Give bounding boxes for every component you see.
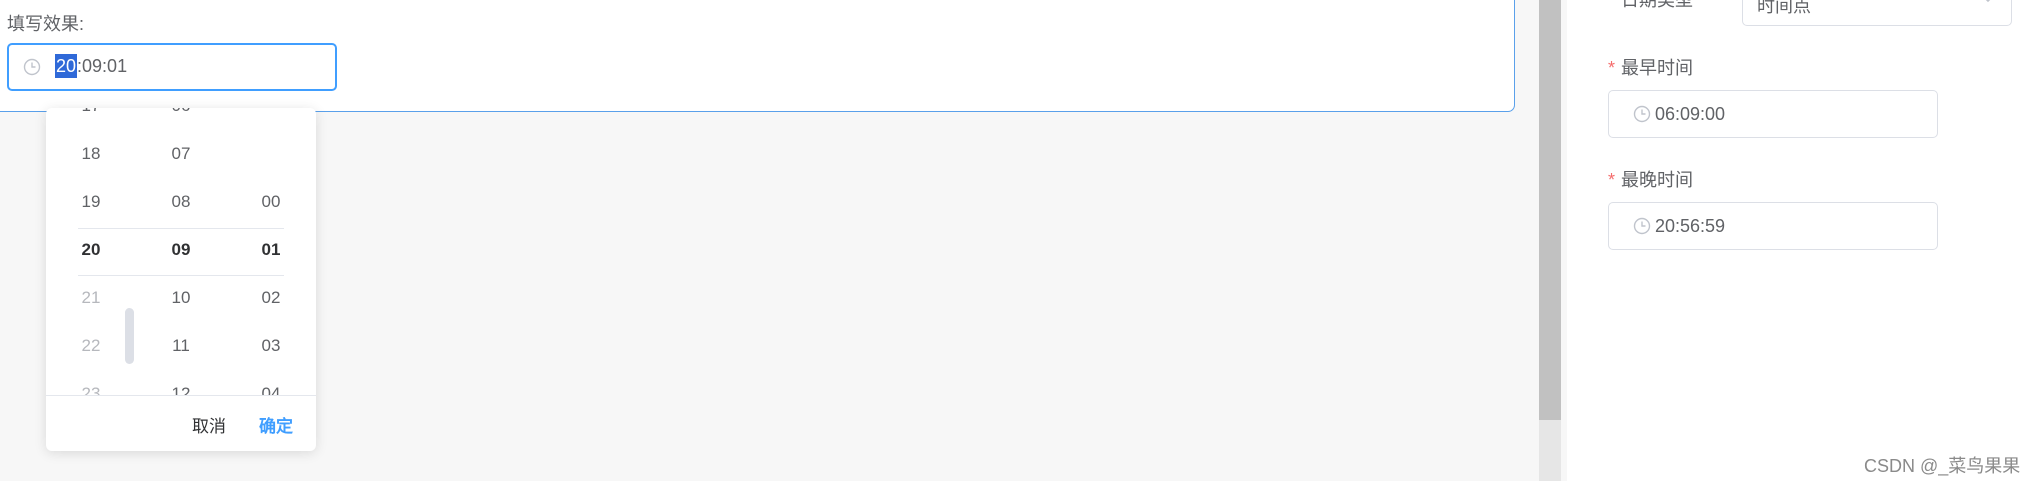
required-mark: * [1608,0,1616,10]
earliest-time-value: 06:09:00 [1655,104,1726,124]
time-input-value[interactable]: 20:09:01 [55,54,128,78]
second-option[interactable]: 04 [226,370,316,395]
right-form-panel: * 日期类型 时间点 * 最早时间 06:09:00 * 最晚时间 20:56:59 [1567,0,2037,481]
hour-option-disabled: 22 [81,336,101,355]
clock-icon [23,58,41,81]
time-input-selected-hour: 20 [55,54,78,78]
minute-option[interactable]: 06 [136,108,226,130]
fill-effect-card: 填写效果: 20:09:01 [0,0,1515,112]
hour-option-selected[interactable]: 20 [46,226,136,274]
time-picker-panel: 17 18 19 20 21 22 23 06 07 08 09 10 11 1… [46,108,316,451]
clock-icon [1633,217,1651,240]
hour-option[interactable]: 19 [46,178,136,226]
hour-option[interactable]: 18 [46,130,136,178]
minute-option[interactable]: 07 [136,130,226,178]
earliest-time-input[interactable]: 06:09:00 [1608,90,1938,138]
hour-column[interactable]: 17 18 19 20 21 22 23 [46,108,136,395]
earliest-time-label: * 最早时间 [1608,58,1694,78]
minute-option-selected[interactable]: 09 [136,226,226,274]
hour-column-scrollbar[interactable] [125,308,134,364]
date-type-label: * 日期类型 [1608,0,1693,12]
hour-option[interactable]: 17 [46,108,136,130]
confirm-button[interactable]: 确定 [259,412,293,437]
second-option[interactable]: 02 [226,274,316,322]
latest-time-input[interactable]: 20:56:59 [1608,202,1938,250]
latest-time-label: * 最晚时间 [1608,170,1694,190]
minute-option[interactable]: 11 [136,322,226,370]
second-option[interactable]: 03 [226,322,316,370]
minute-option[interactable]: 12 [136,370,226,395]
selection-bottom-border [78,275,284,276]
hour-option-disabled: 23 [81,384,101,395]
fill-effect-label: 填写效果: [7,14,85,34]
chevron-down-icon [1979,0,1997,12]
hour-option-disabled: 21 [81,288,101,307]
selection-top-border [78,228,284,229]
minute-option[interactable]: 10 [136,274,226,322]
csdn-watermark: CSDN @_菜鸟果果 [1864,456,2021,476]
page-scrollbar-thumb[interactable] [1539,0,1561,420]
required-mark: * [1608,170,1616,190]
second-option[interactable]: 00 [226,178,316,226]
time-input-rest: :09:01 [77,56,128,76]
latest-time-value: 20:56:59 [1655,216,1726,236]
time-picker-footer: 取消 确定 [46,395,316,451]
time-picker-columns: 17 18 19 20 21 22 23 06 07 08 09 10 11 1… [46,108,316,395]
time-input[interactable]: 20:09:01 [7,43,337,91]
date-type-select[interactable]: 时间点 [1742,0,2012,26]
date-type-value: 时间点 [1757,0,1811,16]
second-column[interactable]: 00 01 02 03 04 [226,108,316,395]
required-mark: * [1608,58,1616,78]
clock-icon [1633,105,1651,128]
minute-column[interactable]: 06 07 08 09 10 11 12 [136,108,226,395]
minute-option[interactable]: 08 [136,178,226,226]
cancel-button[interactable]: 取消 [192,412,226,437]
second-option-selected[interactable]: 01 [226,226,316,274]
